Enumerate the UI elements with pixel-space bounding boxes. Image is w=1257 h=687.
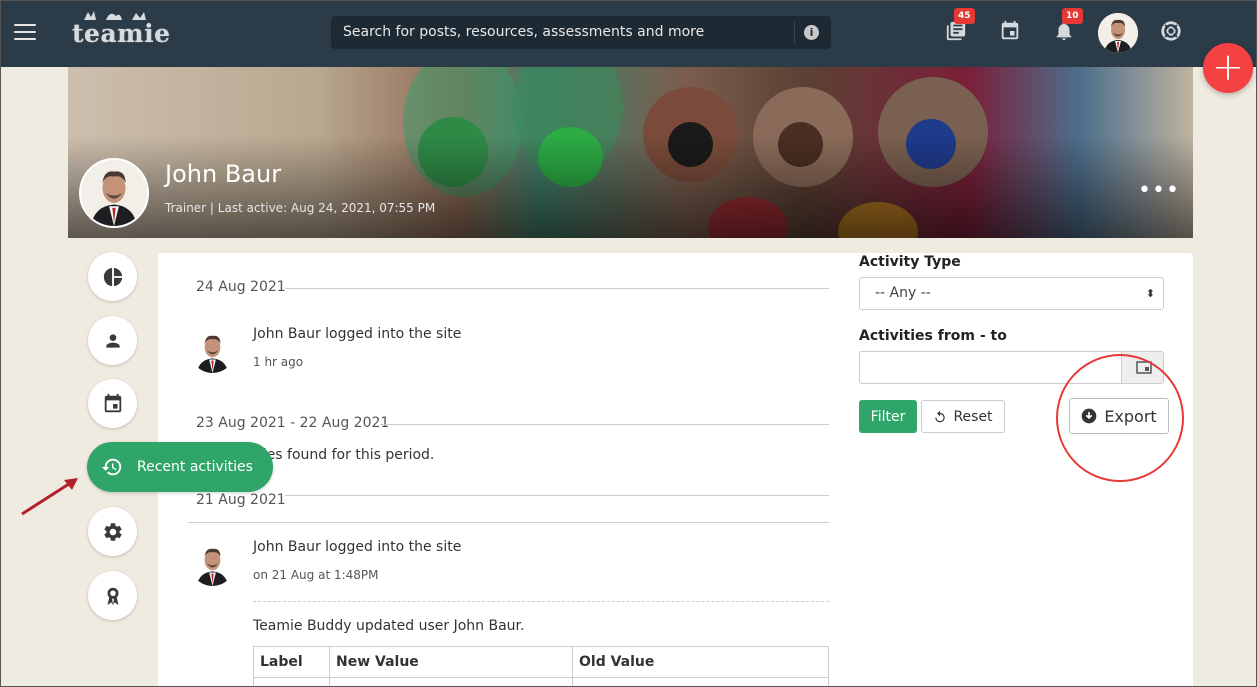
library-icon[interactable]: 45 [945, 8, 975, 44]
sidebar-calendar-button[interactable] [88, 379, 137, 428]
notifications-bell-icon[interactable]: 10 [1053, 8, 1083, 44]
sidebar-profile-button[interactable] [88, 316, 137, 365]
profile-avatar[interactable] [79, 158, 149, 228]
more-options-icon[interactable]: ••• [1138, 180, 1180, 202]
date-group-header: 21 Aug 2021 [196, 490, 286, 510]
activity-avatar[interactable] [190, 541, 235, 586]
gear-icon [103, 522, 122, 541]
activity-type-select[interactable]: -- Any -- ⬍ [859, 277, 1164, 310]
logo-animals-icon [84, 11, 146, 20]
library-badge: 45 [954, 8, 975, 24]
search-divider [794, 22, 795, 43]
search-input[interactable]: Search for posts, resources, assessments… [331, 16, 831, 49]
date-picker-addon[interactable] [1121, 352, 1163, 383]
chevron-down-icon: ⬍ [1145, 287, 1155, 300]
help-lifebuoy-icon[interactable] [1160, 20, 1184, 44]
activity-type-value: -- Any -- [875, 285, 931, 301]
filter-button[interactable]: Filter [859, 400, 917, 433]
create-plus-button[interactable]: + [1203, 43, 1253, 93]
activity-text: John Baur logged into the site [253, 539, 462, 555]
date-group-label: 24 Aug 2021 [196, 279, 286, 295]
history-icon [101, 458, 122, 476]
export-button[interactable]: Export [1069, 398, 1169, 434]
date-group-label: 23 Aug 2021 - 22 Aug 2021 [196, 415, 390, 431]
top-navbar: teamie Search for posts, resources, asse… [0, 0, 1257, 67]
table-row [253, 677, 829, 687]
hamburger-menu-icon[interactable] [14, 24, 36, 42]
date-group-header: 23 Aug 2021 - 22 Aug 2021 [196, 413, 389, 433]
activity-time: 1 hr ago [253, 355, 304, 369]
table-header-label: Label [253, 646, 330, 678]
calendar-picker-icon [1136, 361, 1152, 374]
activity-time: on 21 Aug at 1:48PM [253, 568, 379, 582]
info-icon[interactable]: i [804, 25, 819, 40]
notifications-badge: 10 [1062, 8, 1083, 24]
activity-type-label: Activity Type [859, 254, 961, 270]
table-header-row: Label New Value Old Value [253, 646, 829, 678]
annotation-arrow-icon [21, 478, 78, 516]
user-avatar[interactable] [1098, 13, 1138, 53]
date-range-label: Activities from - to [859, 328, 1007, 344]
export-label: Export [1104, 406, 1157, 426]
activity-avatar[interactable] [190, 328, 235, 373]
person-icon [105, 333, 120, 348]
table-header-old-value: Old Value [572, 646, 829, 678]
award-icon [107, 587, 118, 605]
date-divider [380, 413, 829, 433]
reset-label: Reset [953, 408, 993, 425]
activity-text: John Baur logged into the site [253, 326, 462, 342]
pie-chart-icon [103, 267, 122, 286]
reset-button[interactable]: Reset [921, 400, 1005, 433]
sidebar-recent-activities-button[interactable]: Recent activities [87, 442, 273, 492]
recent-activities-label: Recent activities [137, 459, 253, 475]
changes-table: Label New Value Old Value [253, 646, 829, 687]
date-range-input[interactable] [859, 351, 1164, 384]
sidebar-badges-button[interactable] [88, 571, 137, 620]
teamie-logo[interactable]: teamie [72, 11, 170, 54]
reset-icon [935, 410, 946, 422]
calendar-icon[interactable] [999, 20, 1023, 44]
table-header-new-value: New Value [329, 646, 573, 678]
date-divider [285, 484, 829, 504]
activity-separator [253, 601, 829, 602]
date-divider [285, 277, 829, 297]
download-icon [1081, 408, 1097, 424]
activity-text: Teamie Buddy updated user John Baur. [253, 618, 525, 634]
date-group-label: 21 Aug 2021 [196, 492, 286, 508]
search-placeholder: Search for posts, resources, assessments… [343, 24, 705, 40]
date-divider [188, 511, 829, 531]
date-group-header: 24 Aug 2021 [196, 277, 286, 297]
logo-text: teamie [72, 19, 171, 48]
profile-name: John Baur [165, 160, 282, 188]
sidebar-dashboard-button[interactable] [88, 252, 137, 301]
calendar-icon [104, 393, 121, 412]
sidebar-settings-button[interactable] [88, 507, 137, 556]
profile-meta: Trainer | Last active: Aug 24, 2021, 07:… [165, 201, 436, 215]
